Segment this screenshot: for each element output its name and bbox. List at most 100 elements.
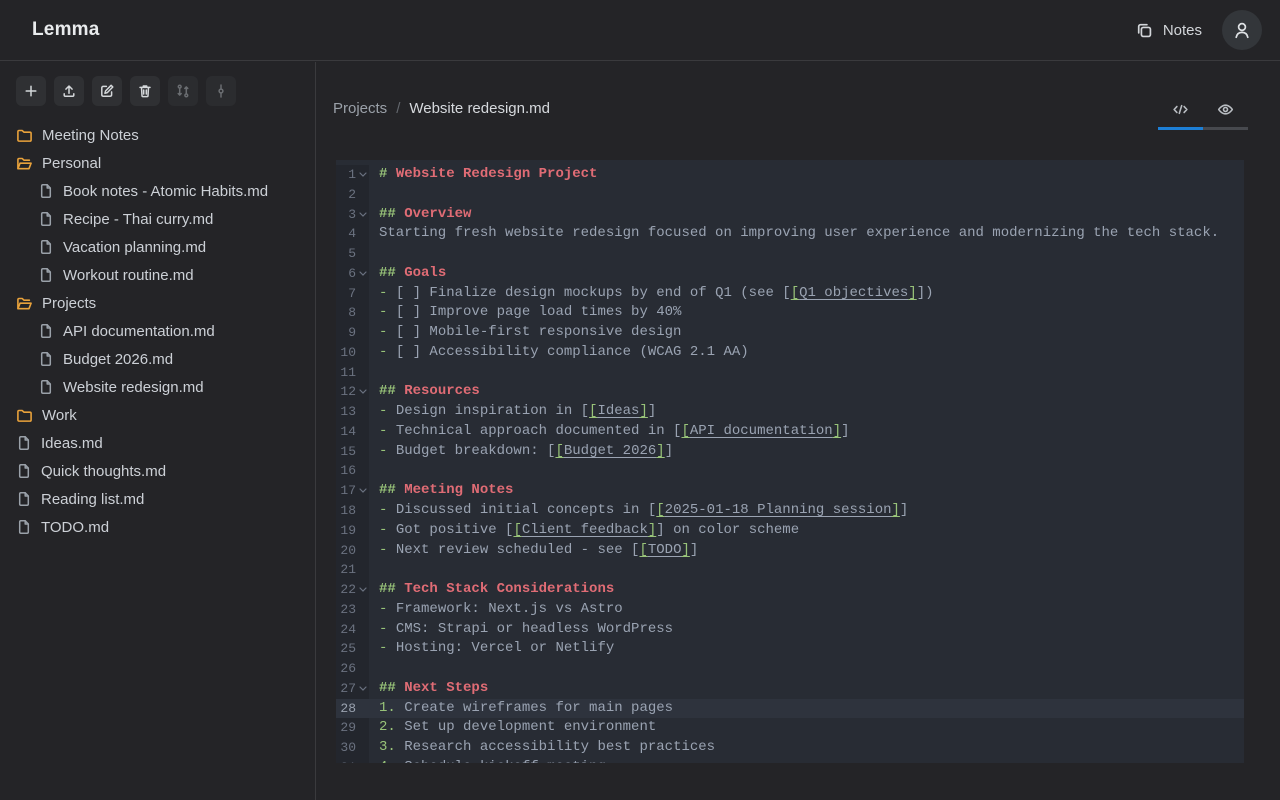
editor-line[interactable]: 2: [336, 185, 1244, 205]
avatar-button[interactable]: [1222, 10, 1262, 50]
editor-line[interactable]: 303. Research accessibility best practic…: [336, 738, 1244, 758]
tree-item-work[interactable]: Work: [0, 401, 315, 429]
editor-line[interactable]: 14- Technical approach documented in [[A…: [336, 422, 1244, 442]
line-number[interactable]: 28: [336, 699, 356, 719]
line-number[interactable]: 4: [336, 224, 356, 244]
line-number[interactable]: 2: [336, 185, 356, 205]
wikilink-bracket[interactable]: [: [791, 285, 799, 301]
line-number[interactable]: 25: [336, 639, 356, 659]
tree-item-book-notes-atomic-habits-md[interactable]: Book notes - Atomic Habits.md: [0, 177, 315, 205]
fold-chevron-icon[interactable]: [356, 205, 369, 225]
wikilink-text[interactable]: Budget 2026: [564, 443, 656, 459]
editor-line[interactable]: 1# Website Redesign Project: [336, 165, 1244, 185]
wikilink-text[interactable]: Ideas: [597, 403, 639, 419]
wikilink-bracket[interactable]: ]: [833, 423, 841, 439]
editor-line[interactable]: 15- Budget breakdown: [[Budget 2026]]: [336, 442, 1244, 462]
wikilink-bracket[interactable]: ]: [892, 502, 900, 518]
line-number[interactable]: 6: [336, 264, 356, 284]
line-number[interactable]: 12: [336, 382, 356, 402]
editor-line[interactable]: 292. Set up development environment: [336, 718, 1244, 738]
editor-line[interactable]: 4Starting fresh website redesign focused…: [336, 224, 1244, 244]
editor-line[interactable]: 27## Next Steps: [336, 679, 1244, 699]
line-number[interactable]: 18: [336, 501, 356, 521]
tree-item-quick-thoughts-md[interactable]: Quick thoughts.md: [0, 457, 315, 485]
wikilink-bracket[interactable]: ]: [681, 542, 689, 558]
editor-line[interactable]: 18- Discussed initial concepts in [[2025…: [336, 501, 1244, 521]
line-number[interactable]: 13: [336, 402, 356, 422]
line-number[interactable]: 20: [336, 541, 356, 561]
tab-code-view[interactable]: [1158, 95, 1203, 130]
breadcrumb-folder[interactable]: Projects: [333, 100, 387, 117]
wikilink-bracket[interactable]: [: [513, 522, 521, 538]
wikilink-text[interactable]: TODO: [648, 542, 682, 558]
wikilink-text[interactable]: Q1 objectives: [799, 285, 908, 301]
editor-line[interactable]: 3## Overview: [336, 205, 1244, 225]
line-number[interactable]: 21: [336, 560, 356, 580]
wikilink-text[interactable]: 2025-01-18 Planning session: [665, 502, 892, 518]
tree-item-api-documentation-md[interactable]: API documentation.md: [0, 317, 315, 345]
editor-line[interactable]: 7- [ ] Finalize design mockups by end of…: [336, 284, 1244, 304]
fold-chevron-icon[interactable]: [356, 165, 369, 185]
line-number[interactable]: 1: [336, 165, 356, 185]
line-number[interactable]: 24: [336, 620, 356, 640]
editor-line[interactable]: 21: [336, 560, 1244, 580]
wikilink-bracket[interactable]: [: [681, 423, 689, 439]
line-number[interactable]: 19: [336, 521, 356, 541]
line-number[interactable]: 14: [336, 422, 356, 442]
editor-line[interactable]: 12## Resources: [336, 382, 1244, 402]
tree-item-workout-routine-md[interactable]: Workout routine.md: [0, 261, 315, 289]
line-number[interactable]: 9: [336, 323, 356, 343]
markdown-editor[interactable]: 1# Website Redesign Project23## Overview…: [336, 160, 1244, 763]
wikilink-bracket[interactable]: [: [656, 502, 664, 518]
line-number[interactable]: 27: [336, 679, 356, 699]
line-number[interactable]: 16: [336, 461, 356, 481]
line-number[interactable]: 7: [336, 284, 356, 304]
editor-line[interactable]: 9- [ ] Mobile-first responsive design: [336, 323, 1244, 343]
line-number[interactable]: 29: [336, 718, 356, 738]
editor-line[interactable]: 24- CMS: Strapi or headless WordPress: [336, 620, 1244, 640]
tree-item-reading-list-md[interactable]: Reading list.md: [0, 485, 315, 513]
line-number[interactable]: 23: [336, 600, 356, 620]
fold-chevron-icon[interactable]: [356, 481, 369, 501]
tree-item-projects[interactable]: Projects: [0, 289, 315, 317]
edit-note-button[interactable]: [92, 76, 122, 106]
line-number[interactable]: 30: [336, 738, 356, 758]
editor-line[interactable]: 8- [ ] Improve page load times by 40%: [336, 303, 1244, 323]
editor-line[interactable]: 11: [336, 363, 1244, 383]
tree-item-ideas-md[interactable]: Ideas.md: [0, 429, 315, 457]
tree-item-meeting-notes[interactable]: Meeting Notes: [0, 121, 315, 149]
line-number[interactable]: 15: [336, 442, 356, 462]
editor-line[interactable]: 23- Framework: Next.js vs Astro: [336, 600, 1244, 620]
wikilink-bracket[interactable]: [: [639, 542, 647, 558]
fold-chevron-icon[interactable]: [356, 264, 369, 284]
line-number[interactable]: 3: [336, 205, 356, 225]
line-number[interactable]: 8: [336, 303, 356, 323]
wikilink-bracket[interactable]: ]: [639, 403, 647, 419]
wikilink-bracket[interactable]: [: [555, 443, 563, 459]
editor-line[interactable]: 281. Create wireframes for main pages: [336, 699, 1244, 719]
line-number[interactable]: 26: [336, 659, 356, 679]
fold-chevron-icon[interactable]: [356, 580, 369, 600]
line-number[interactable]: 17: [336, 481, 356, 501]
wikilink-bracket[interactable]: ]: [908, 285, 916, 301]
tree-item-budget-2026-md[interactable]: Budget 2026.md: [0, 345, 315, 373]
wikilink-text[interactable]: Client feedback: [522, 522, 648, 538]
editor-line[interactable]: 19- Got positive [[Client feedback]] on …: [336, 521, 1244, 541]
line-number[interactable]: 22: [336, 580, 356, 600]
line-number[interactable]: 5: [336, 244, 356, 264]
editor-line[interactable]: 13- Design inspiration in [[Ideas]]: [336, 402, 1244, 422]
fold-chevron-icon[interactable]: [356, 679, 369, 699]
tree-item-todo-md[interactable]: TODO.md: [0, 513, 315, 541]
editor-line[interactable]: 6## Goals: [336, 264, 1244, 284]
tab-preview-view[interactable]: [1203, 95, 1248, 130]
new-note-button[interactable]: [16, 76, 46, 106]
editor-line[interactable]: 22## Tech Stack Considerations: [336, 580, 1244, 600]
editor-line[interactable]: 20- Next review scheduled - see [[TODO]]: [336, 541, 1244, 561]
editor-line[interactable]: 17## Meeting Notes: [336, 481, 1244, 501]
fold-chevron-icon[interactable]: [356, 382, 369, 402]
editor-line[interactable]: 5: [336, 244, 1244, 264]
tree-item-website-redesign-md[interactable]: Website redesign.md: [0, 373, 315, 401]
line-number[interactable]: 11: [336, 363, 356, 383]
line-number[interactable]: 10: [336, 343, 356, 363]
editor-line[interactable]: 314. Schedule kickoff meeting: [336, 758, 1244, 763]
